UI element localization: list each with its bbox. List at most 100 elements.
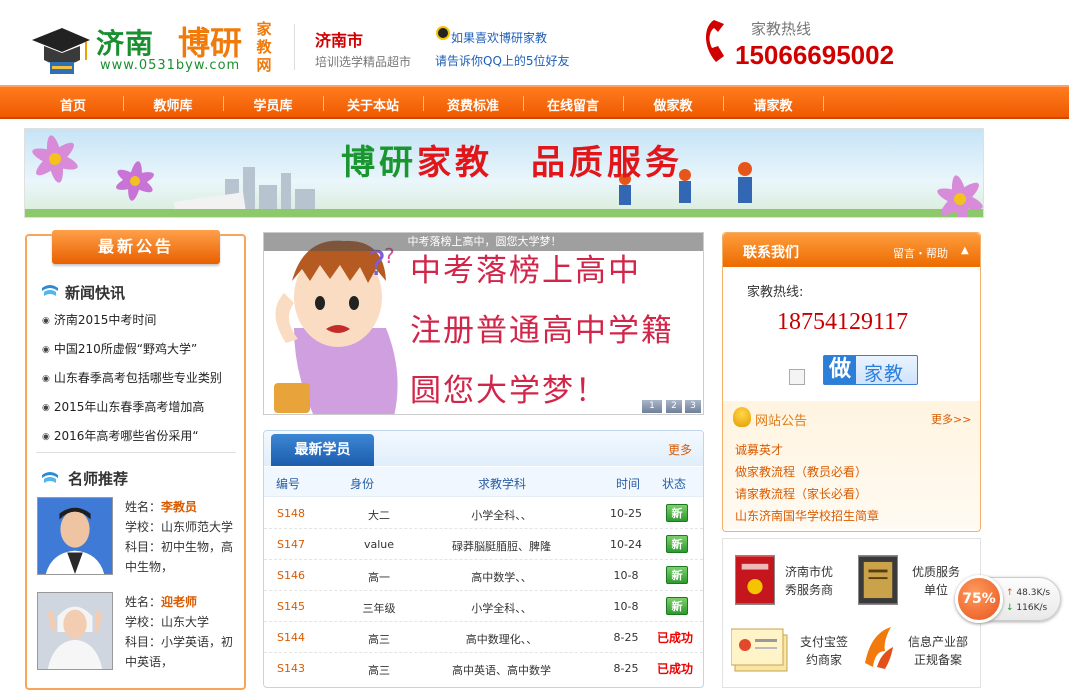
new-badge: 新: [666, 597, 688, 615]
teacher-name[interactable]: 李教员: [161, 500, 197, 514]
table-row[interactable]: S145 三年级 小学全科、、 10-8 新: [264, 591, 703, 622]
news-item[interactable]: 中国210所虚假“野鸡大学”: [42, 340, 197, 357]
certificate-image[interactable]: [858, 555, 898, 605]
notice-item[interactable]: 诚募英才: [735, 441, 783, 458]
nav-teachers[interactable]: 教师库: [123, 95, 223, 114]
slide-page-button[interactable]: 3: [685, 400, 701, 413]
student-id[interactable]: S143: [277, 662, 305, 675]
certificate-text-line: 优质服务: [911, 565, 960, 579]
notice-item[interactable]: 做家教流程（教员必看）: [735, 463, 867, 480]
arrow-down-icon: ↓: [1006, 603, 1014, 613]
students-panel: 最新学员 更多 编号 身份 求教学科 时间 状态 S148 大二 小学全科、、 …: [263, 430, 704, 688]
alipay-certificate-image[interactable]: [731, 627, 793, 675]
certificate-text: 济南市优 秀服务商: [783, 563, 835, 599]
student-id[interactable]: S145: [277, 600, 305, 613]
teacher-name-line: 姓名：李教员: [125, 497, 241, 517]
certificates-panel: 济南市优 秀服务商 优质服务 单位 支付宝签 约商家 信息产业部 正规备案: [722, 538, 981, 688]
certificate-image[interactable]: [735, 555, 775, 605]
broken-image-icon[interactable]: [789, 369, 805, 385]
table-row[interactable]: S146 高一 高中数学、、 10-8 新: [264, 560, 703, 591]
student-date: 10-8: [613, 600, 639, 613]
be-tutor-button-char: 做: [824, 356, 856, 384]
student-id[interactable]: S144: [277, 631, 305, 644]
nav-message[interactable]: 在线留言: [523, 95, 623, 114]
student-subject: 高中数理化、、: [465, 633, 538, 646]
student-date: 8-25: [613, 631, 639, 644]
certificate-text: 信息产业部 正规备案: [903, 633, 973, 669]
notice-item[interactable]: 山东济南国华学校招生简章: [735, 507, 879, 524]
qq-share-text[interactable]: 请告诉你QQ上的5位好友: [435, 52, 570, 69]
banner-tail-text: 品质服务: [531, 143, 683, 183]
section-divider: [36, 452, 236, 453]
nav-home[interactable]: 首页: [23, 95, 123, 114]
miit-logo-icon[interactable]: [861, 623, 897, 669]
col-time: 时间: [616, 477, 641, 491]
students-more-link[interactable]: 更多: [668, 441, 692, 458]
be-tutor-button[interactable]: 做 家教: [823, 355, 918, 385]
nav-about[interactable]: 关于本站: [323, 95, 423, 114]
teacher-name[interactable]: 迎老师: [161, 595, 197, 609]
teacher-subject: 科目：初中生物，高中生物，: [125, 540, 234, 574]
col-status: 状态: [662, 477, 687, 491]
header-divider: [294, 24, 295, 70]
student-subject: 小学全科、、: [471, 602, 532, 615]
news-section-icon: [42, 285, 58, 296]
teacher-photo[interactable]: [37, 592, 113, 670]
be-tutor-button-label: 家教: [864, 363, 905, 385]
contact-help-link[interactable]: 留言・帮助: [893, 245, 948, 261]
nav-hire-tutor[interactable]: 请家教: [723, 95, 823, 114]
table-row[interactable]: S147 value 碌莽脳脡脜脰、脾隆 10-24 新: [264, 529, 703, 560]
teacher-section-title: 名师推荐: [68, 470, 129, 488]
contact-hotline-number: 18754129117: [777, 309, 909, 335]
notice-title: 最新公告: [52, 230, 220, 264]
news-item[interactable]: 2015年山东春季高考增加高: [42, 398, 205, 415]
news-section-title: 新闻快讯: [65, 284, 126, 302]
student-id[interactable]: S147: [277, 538, 305, 551]
table-row[interactable]: S148 大二 小学全科、、 10-25 新: [264, 498, 703, 529]
student-role: 高一: [368, 571, 390, 584]
upload-speed-value: 48.3K/s: [1016, 588, 1051, 598]
table-row[interactable]: S144 高三 高中数理化、、 8-25 已成功: [264, 622, 703, 653]
certificate-text: 支付宝签 约商家: [797, 633, 851, 669]
certificate-text-line: 秀服务商: [784, 583, 833, 597]
caret-up-icon[interactable]: ▲: [961, 245, 969, 256]
slide-page-button[interactable]: 1: [642, 400, 662, 413]
teacher-section-icon: [42, 472, 58, 483]
col-id: 编号: [276, 477, 301, 491]
graduation-cap-icon: [32, 28, 90, 74]
city-name: 济南市: [315, 31, 364, 50]
nav-be-tutor[interactable]: 做家教: [623, 95, 723, 114]
city-slogan: 培训选学精品超市: [315, 55, 412, 69]
contact-hotline-label: 家教热线:: [747, 285, 804, 300]
tab-latest-students[interactable]: 最新学员: [271, 434, 374, 466]
contact-header: 联系我们 留言・帮助 ▲: [723, 233, 980, 267]
news-item[interactable]: 2016年高考哪些省份采用“: [42, 427, 199, 444]
student-id[interactable]: S146: [277, 569, 305, 582]
hotline-number: 15066695002: [735, 40, 895, 70]
nav-pricing[interactable]: 资费标准: [423, 95, 523, 114]
slide-page-button[interactable]: 2: [666, 400, 682, 413]
banner-green-text: 博研: [341, 143, 417, 183]
student-id[interactable]: S148: [277, 507, 305, 520]
qq-share-link[interactable]: 如果喜欢博研家教: [451, 29, 547, 46]
notice-item[interactable]: 请家教流程（家长必看）: [735, 485, 867, 502]
speed-widget[interactable]: 75% ↑ 48.3K/s ↓ 116K/s: [955, 575, 1061, 623]
news-item[interactable]: 山东春季高考包括哪些专业类别: [42, 369, 222, 386]
site-notice-more-link[interactable]: 更多>>: [931, 411, 971, 427]
news-item[interactable]: 济南2015中考时间: [42, 311, 157, 328]
nav-students[interactable]: 学员库: [223, 95, 323, 114]
certificate-text-line: 正规备案: [913, 653, 962, 667]
certificate-text-line: 约商家: [805, 653, 842, 667]
certificate-text-line: 济南市优: [784, 565, 833, 579]
speed-percent[interactable]: 75%: [955, 575, 1003, 623]
nav-separator: [823, 96, 824, 111]
students-header: 最新学员 更多: [264, 431, 703, 466]
certificate-text-line: 支付宝签: [799, 635, 848, 649]
student-date: 10-8: [613, 569, 639, 582]
student-subject: 高中英语、高中数学: [452, 664, 551, 677]
download-speed-value: 116K/s: [1016, 603, 1048, 613]
slideshow[interactable]: ? ? 中考落榜上高中，圆您大学梦！ 中考落榜上高中 注册普通高中学籍 圆您大学…: [263, 232, 704, 415]
table-row[interactable]: S143 高三 高中英语、高中数学 8-25 已成功: [264, 653, 703, 684]
contact-panel: 联系我们 留言・帮助 ▲ 家教热线: 18754129117 做 家教 网站公告…: [722, 232, 981, 532]
teacher-photo[interactable]: [37, 497, 113, 575]
